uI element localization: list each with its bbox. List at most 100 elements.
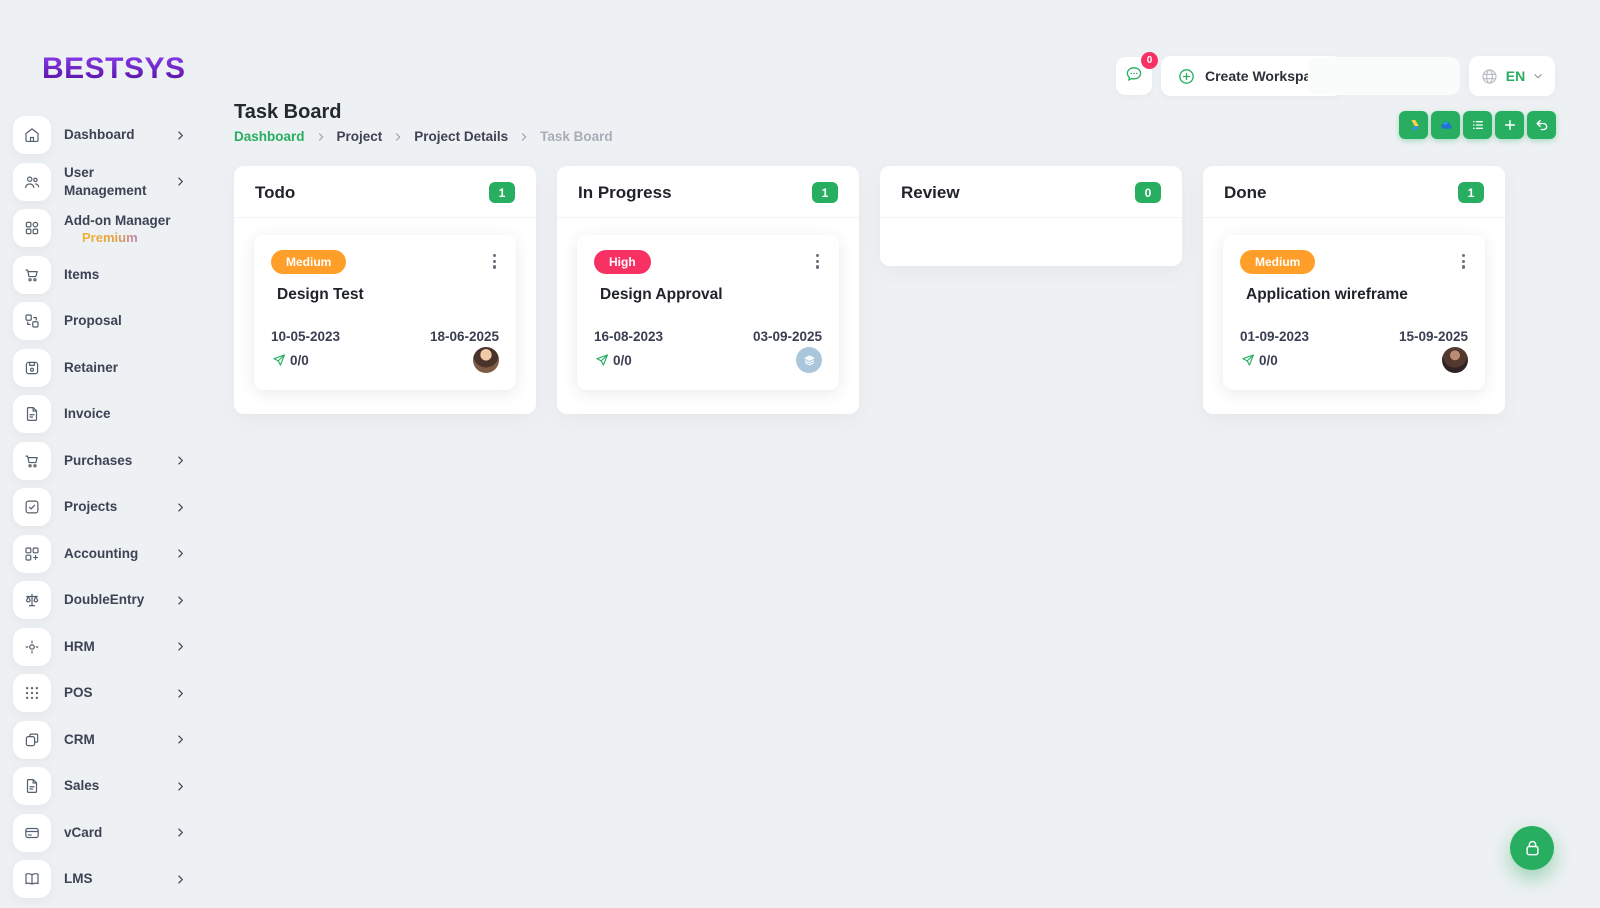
language-label: EN	[1506, 68, 1525, 84]
task-end-date: 03-09-2025	[753, 329, 822, 344]
sidebar-item-add-on-manager[interactable]: Add-on Manager Premium	[13, 209, 202, 247]
task-start-date: 16-08-2023	[594, 329, 663, 344]
sidebar-item-doubleentry[interactable]: DoubleEntry	[13, 581, 202, 619]
sidebar-item-label: Purchases	[64, 453, 132, 468]
sidebar-item-sales[interactable]: Sales	[13, 767, 202, 805]
shop-fab-button[interactable]	[1510, 826, 1554, 870]
board-column-review: Review 0	[880, 166, 1182, 266]
column-title: In Progress	[578, 183, 672, 203]
pos-dots-icon	[13, 674, 51, 712]
chat-button[interactable]: 0	[1116, 57, 1152, 95]
task-card[interactable]: Medium Design Test 10-05-2023 18-06-2025…	[254, 235, 516, 390]
chevron-right-icon	[175, 641, 186, 652]
undo-icon	[1534, 117, 1550, 133]
breadcrumb-item[interactable]: Dashboard	[234, 129, 305, 144]
task-card[interactable]: High Design Approval 16-08-2023 03-09-20…	[577, 235, 839, 390]
task-end-date: 15-09-2025	[1399, 329, 1468, 344]
google-drive-button[interactable]	[1399, 111, 1428, 139]
task-message-count: 0/0	[1259, 353, 1278, 368]
task-message-count: 0/0	[613, 353, 632, 368]
plus-circle-icon	[1177, 67, 1196, 86]
sidebar-item-label: CRM	[64, 732, 95, 747]
board-toolbar	[1399, 111, 1556, 139]
google-drive-icon	[1406, 117, 1422, 133]
sidebar-item-pos[interactable]: POS	[13, 674, 202, 712]
chevron-right-icon	[175, 781, 186, 792]
sidebar-item-user-management[interactable]: User Management	[13, 163, 202, 201]
sidebar-item-proposal[interactable]: Proposal	[13, 302, 202, 340]
sidebar-item-label: Proposal	[64, 313, 122, 328]
brand-logo: BESTSYS	[42, 52, 212, 86]
sidebar-item-crm[interactable]: CRM	[13, 721, 202, 759]
undo-button[interactable]	[1527, 111, 1556, 139]
breadcrumb-item[interactable]: Project	[337, 129, 383, 144]
sidebar-item-label: HRM	[64, 639, 95, 654]
chevron-right-icon	[175, 874, 186, 885]
sidebar-item-retainer[interactable]: Retainer	[13, 349, 202, 387]
priority-badge: Medium	[271, 250, 346, 274]
column-title: Done	[1224, 183, 1267, 203]
board-column-in-progress: In Progress 1 High Design Approval 16-08…	[557, 166, 859, 414]
language-selector[interactable]: EN	[1469, 56, 1555, 96]
double-entry-scale-icon	[13, 581, 51, 619]
sidebar-item-label: LMS	[64, 871, 93, 886]
sidebar-item-hrm[interactable]: HRM	[13, 628, 202, 666]
card-menu-kebab-icon[interactable]	[813, 250, 822, 273]
addons-grid-icon	[13, 209, 51, 247]
card-menu-kebab-icon[interactable]	[1459, 250, 1468, 273]
column-title: Review	[901, 183, 960, 203]
chevron-right-icon	[175, 595, 186, 606]
send-icon	[594, 352, 610, 368]
chevron-right-icon	[175, 548, 186, 559]
chevron-right-icon	[175, 734, 186, 745]
sidebar-item-sublabel: Premium	[82, 230, 171, 245]
breadcrumb-item: Task Board	[540, 129, 613, 144]
vcard-card-icon	[13, 814, 51, 852]
invoice-file-icon	[13, 395, 51, 433]
assignee-avatar	[473, 347, 499, 373]
task-end-date: 18-06-2025	[430, 329, 499, 344]
projects-check-icon	[13, 488, 51, 526]
sidebar-item-accounting[interactable]: Accounting	[13, 535, 202, 573]
breadcrumb-item[interactable]: Project Details	[414, 129, 508, 144]
priority-badge: Medium	[1240, 250, 1315, 274]
sidebar-item-label: User Management	[64, 165, 147, 198]
breadcrumb-separator-icon	[316, 132, 326, 142]
chevron-right-icon	[175, 455, 186, 466]
column-body: Medium Application wireframe 01-09-2023 …	[1203, 217, 1505, 414]
task-start-date: 10-05-2023	[271, 329, 340, 344]
sidebar-item-dashboard[interactable]: Dashboard	[13, 116, 202, 154]
sidebar-item-purchases[interactable]: Purchases	[13, 442, 202, 480]
column-count-badge: 1	[812, 182, 838, 203]
sidebar-item-vcard[interactable]: vCard	[13, 814, 202, 852]
crm-cards-icon	[13, 721, 51, 759]
send-icon	[1240, 352, 1256, 368]
sidebar-item-invoice[interactable]: Invoice	[13, 395, 202, 433]
add-task-button[interactable]	[1495, 111, 1524, 139]
shopping-bag-icon	[1523, 839, 1542, 858]
breadcrumb-separator-icon	[519, 132, 529, 142]
board-column-done: Done 1 Medium Application wireframe 01-0…	[1203, 166, 1505, 414]
chat-badge: 0	[1141, 52, 1158, 69]
retainer-save-icon	[13, 349, 51, 387]
send-icon	[271, 352, 287, 368]
breadcrumb-separator-icon	[393, 132, 403, 142]
sidebar-item-label: Sales	[64, 778, 99, 793]
sidebar-menu: Dashboard User Management Add-on Manager…	[0, 116, 212, 898]
accounting-grid-icon	[13, 535, 51, 573]
sidebar-item-label: Projects	[64, 499, 117, 514]
chevron-right-icon	[175, 827, 186, 838]
assignee-avatar	[1442, 347, 1468, 373]
purchases-cart-icon	[13, 442, 51, 480]
list-view-button[interactable]	[1463, 111, 1492, 139]
card-menu-kebab-icon[interactable]	[490, 250, 499, 273]
task-title: Application wireframe	[1246, 286, 1468, 304]
sidebar-item-items[interactable]: Items	[13, 256, 202, 294]
sidebar-item-projects[interactable]: Projects	[13, 488, 202, 526]
priority-badge: High	[594, 250, 651, 274]
task-message-count: 0/0	[290, 353, 309, 368]
plus-icon	[1502, 117, 1518, 133]
sidebar-item-lms[interactable]: LMS	[13, 860, 202, 898]
onedrive-button[interactable]	[1431, 111, 1460, 139]
task-card[interactable]: Medium Application wireframe 01-09-2023 …	[1223, 235, 1485, 390]
